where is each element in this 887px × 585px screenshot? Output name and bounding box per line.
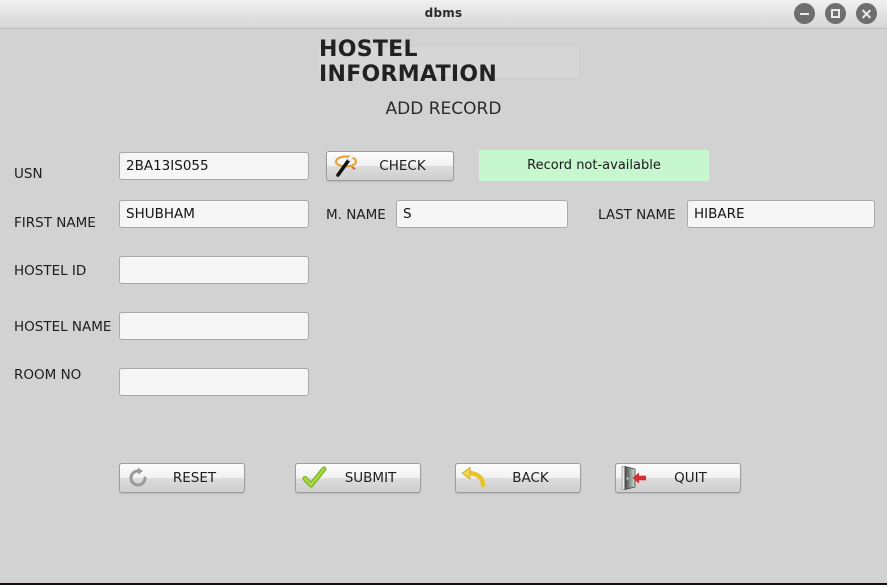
minimize-button-icon[interactable] <box>794 3 815 24</box>
last-name-input[interactable] <box>687 200 875 228</box>
submit-button-label: SUBMIT <box>344 470 397 486</box>
middle-name-label: M. NAME <box>326 207 386 223</box>
room-no-input[interactable] <box>119 368 309 396</box>
hostel-id-input[interactable] <box>119 256 309 284</box>
close-button-icon[interactable] <box>856 3 877 24</box>
back-button[interactable]: BACK <box>455 463 581 493</box>
first-name-input[interactable] <box>119 200 309 228</box>
maximize-button-icon[interactable] <box>825 3 846 24</box>
refresh-icon <box>123 465 153 491</box>
middle-name-input[interactable] <box>396 200 568 228</box>
check-button[interactable]: CHECK <box>326 151 454 181</box>
page-title-panel: HOSTEL INFORMATION <box>318 37 580 87</box>
title-bar: dbms <box>0 0 887 29</box>
usn-label: USN <box>14 166 43 182</box>
magic-wand-icon <box>330 153 360 179</box>
status-text: Record not-available <box>527 158 661 173</box>
check-button-label: CHECK <box>379 158 426 174</box>
quit-button-label: QUIT <box>674 470 707 486</box>
exit-door-icon <box>619 465 649 491</box>
quit-button[interactable]: QUIT <box>615 463 741 493</box>
page-subtitle: ADD RECORD <box>385 99 502 119</box>
hostel-name-label: HOSTEL NAME <box>14 319 112 335</box>
last-name-label: LAST NAME <box>598 207 676 223</box>
page-title: HOSTEL INFORMATION <box>319 37 498 87</box>
hostel-id-label: HOSTEL ID <box>14 263 87 279</box>
back-arrow-icon <box>459 465 489 491</box>
usn-input[interactable] <box>119 152 309 180</box>
hostel-name-input[interactable] <box>119 312 309 340</box>
check-mark-icon <box>299 465 329 491</box>
application-window: dbms HOSTEL INFORMATION ADD RECORD USN C… <box>0 0 887 585</box>
reset-button-label: RESET <box>172 470 217 486</box>
window-title: dbms <box>424 6 463 20</box>
room-no-label: ROOM NO <box>14 367 82 383</box>
window-controls <box>794 3 877 24</box>
back-button-label: BACK <box>512 470 549 486</box>
submit-button[interactable]: SUBMIT <box>295 463 421 493</box>
first-name-label: FIRST NAME <box>14 215 96 231</box>
status-banner: Record not-available <box>479 150 709 181</box>
reset-button[interactable]: RESET <box>119 463 245 493</box>
